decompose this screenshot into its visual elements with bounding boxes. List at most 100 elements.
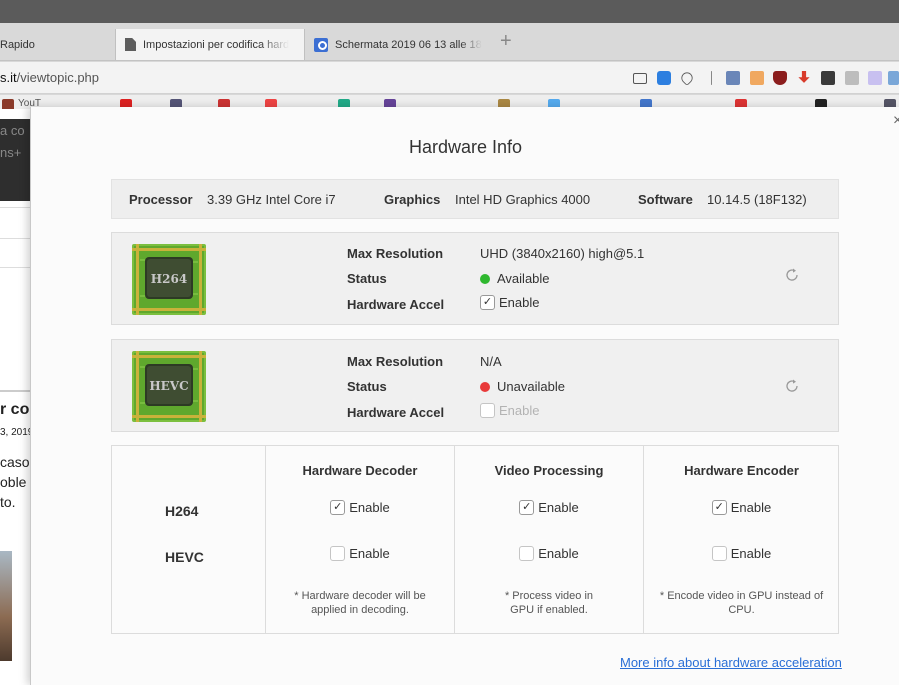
encoder-h264-checkbox[interactable]: ✓ Enable: [644, 500, 839, 515]
bookmark-icon[interactable]: [2, 99, 14, 109]
column-header: Hardware Decoder: [302, 463, 418, 478]
software-value: 10.14.5 (18F132): [707, 192, 807, 207]
column-hardware-encoder: Hardware Encoder ✓ Enable Enable * Encode…: [643, 446, 839, 633]
camera-icon[interactable]: [633, 73, 647, 84]
checkbox-label: Enable: [349, 500, 390, 515]
bg-text: caso: [0, 454, 30, 470]
checkbox-unchecked-icon[interactable]: [480, 403, 495, 418]
wave-icon[interactable]: [868, 71, 882, 85]
processing-hevc-checkbox[interactable]: Enable: [455, 546, 643, 561]
bg-text: to.: [0, 494, 16, 510]
status-label: Status: [347, 271, 387, 286]
checkbox-checked-icon[interactable]: ✓: [519, 500, 535, 515]
book-icon[interactable]: [726, 71, 740, 85]
hardware-accel-label: Hardware Accel: [347, 297, 445, 312]
tab-active-impostazioni[interactable]: Impostazioni per codifica hard: [115, 29, 305, 60]
tab-label: Rapido: [0, 38, 35, 51]
tab-bar: Rapido Impostazioni per codifica hard Sc…: [0, 23, 899, 61]
checkbox-label: Enable: [538, 500, 579, 515]
extension-icon[interactable]: [888, 71, 899, 85]
graphics-label: Graphics: [384, 192, 441, 207]
column-hardware-decoder: Hardware Decoder ✓ Enable Enable * Hardwa…: [265, 446, 454, 633]
camera-app-icon[interactable]: [821, 71, 835, 85]
codec-card-hevc: HEVC Max Resolution N/A Status Unavailab…: [111, 339, 839, 432]
more-info-link[interactable]: More info about hardware acceleration: [620, 655, 842, 670]
cube-icon[interactable]: [750, 71, 764, 85]
processor-label: Processor: [129, 192, 193, 207]
url-path: /viewtopic.php: [16, 70, 100, 85]
heart-icon[interactable]: [679, 70, 695, 86]
checkbox-label: Enable: [538, 546, 579, 561]
system-info-bar: Processor 3.39 GHz Intel Core i7 Graphic…: [111, 179, 839, 219]
hardware-accel-checkbox[interactable]: ✓ Enable: [480, 295, 539, 310]
status-dot-icon: [480, 381, 490, 392]
bg-text: a co: [0, 123, 25, 138]
chip-icon: HEVC: [132, 351, 206, 422]
refresh-icon[interactable]: [784, 267, 800, 283]
url-domain: s.it: [0, 70, 17, 85]
tab-label: Schermata 2019 06 13 alle 18: [335, 38, 482, 51]
hardware-accel-checkbox[interactable]: Enable: [480, 403, 539, 418]
tab-schermata[interactable]: Schermata 2019 06 13 alle 18: [306, 29, 488, 60]
checkbox-label: Enable: [730, 546, 772, 561]
bg-text: r co: [0, 401, 30, 418]
refresh-icon[interactable]: [784, 378, 800, 394]
hardware-accel-label: Hardware Accel: [347, 405, 445, 420]
hardware-info-dialog: × Hardware Info Processor 3.39 GHz Intel…: [30, 107, 899, 685]
max-resolution-label: Max Resolution: [347, 246, 444, 261]
software-label: Software: [638, 192, 693, 207]
processor-value: 3.39 GHz Intel Core i7: [207, 192, 336, 207]
separator-icon: [711, 71, 712, 85]
status-text: Available: [497, 271, 550, 286]
status-value: Unavailable: [480, 379, 565, 394]
status-label: Status: [347, 379, 387, 394]
column-header: Hardware Encoder: [684, 463, 799, 478]
max-resolution-label: Max Resolution: [347, 354, 444, 369]
ublock-icon[interactable]: [773, 71, 787, 85]
max-resolution-value: N/A: [480, 354, 502, 369]
row-label-h264: H264: [165, 503, 199, 519]
address-bar[interactable]: s.it/viewtopic.php: [0, 62, 899, 94]
column-note: * Hardware decoder will be applied in de…: [294, 590, 426, 616]
new-tab-button[interactable]: +: [500, 31, 512, 51]
grid-icon[interactable]: [845, 71, 859, 85]
shield-x-icon[interactable]: [657, 71, 671, 85]
window-top-strip: [0, 0, 899, 23]
column-video-processing: Video Processing ✓ Enable Enable * Proces…: [454, 446, 643, 633]
checkbox-unchecked-icon[interactable]: [711, 546, 727, 561]
capability-matrix: H264 HEVC Hardware Decoder ✓ Enable Enabl…: [111, 445, 839, 634]
status-dot-icon: [480, 273, 490, 284]
encoder-hevc-checkbox[interactable]: Enable: [644, 546, 839, 561]
download-icon[interactable]: [798, 71, 810, 83]
column-header: Video Processing: [494, 463, 604, 478]
tab-rapido[interactable]: Rapido: [0, 29, 114, 60]
bg-text: 3, 2019: [0, 427, 34, 438]
checkbox-unchecked-icon[interactable]: [330, 546, 346, 561]
dialog-title: Hardware Info: [408, 137, 523, 157]
checkbox-label: Enable: [349, 546, 390, 561]
processing-h264-checkbox[interactable]: ✓ Enable: [455, 500, 643, 515]
chip-label: H264: [151, 272, 187, 286]
checkbox-checked-icon[interactable]: ✓: [330, 500, 346, 515]
checkbox-checked-icon[interactable]: ✓: [480, 295, 495, 310]
chip-icon: H264: [132, 244, 206, 315]
status-value: Available: [480, 271, 550, 286]
tab-label: Impostazioni per codifica hard: [143, 38, 290, 51]
background-image: [0, 551, 12, 661]
checkbox-unchecked-icon[interactable]: [519, 546, 535, 561]
close-button[interactable]: ×: [893, 113, 899, 129]
checkbox-label: Enable: [499, 403, 540, 418]
codec-card-h264: H264 Max Resolution UHD (3840x2160) high…: [111, 232, 839, 325]
bg-text: oble: [0, 474, 27, 490]
row-label-hevc: HEVC: [165, 549, 204, 565]
status-text: Unavailable: [497, 379, 565, 394]
graphics-value: Intel HD Graphics 4000: [455, 192, 591, 207]
column-note: * Process video in GPU if enabled.: [504, 590, 594, 616]
checkbox-checked-icon[interactable]: ✓: [711, 500, 727, 515]
document-icon: [125, 38, 136, 51]
url-text[interactable]: s.it/viewtopic.php: [0, 70, 99, 85]
decoder-hevc-checkbox[interactable]: Enable: [266, 546, 454, 561]
bg-text: ns+: [0, 145, 22, 160]
decoder-h264-checkbox[interactable]: ✓ Enable: [266, 500, 454, 515]
image-viewer-icon: [314, 37, 328, 52]
